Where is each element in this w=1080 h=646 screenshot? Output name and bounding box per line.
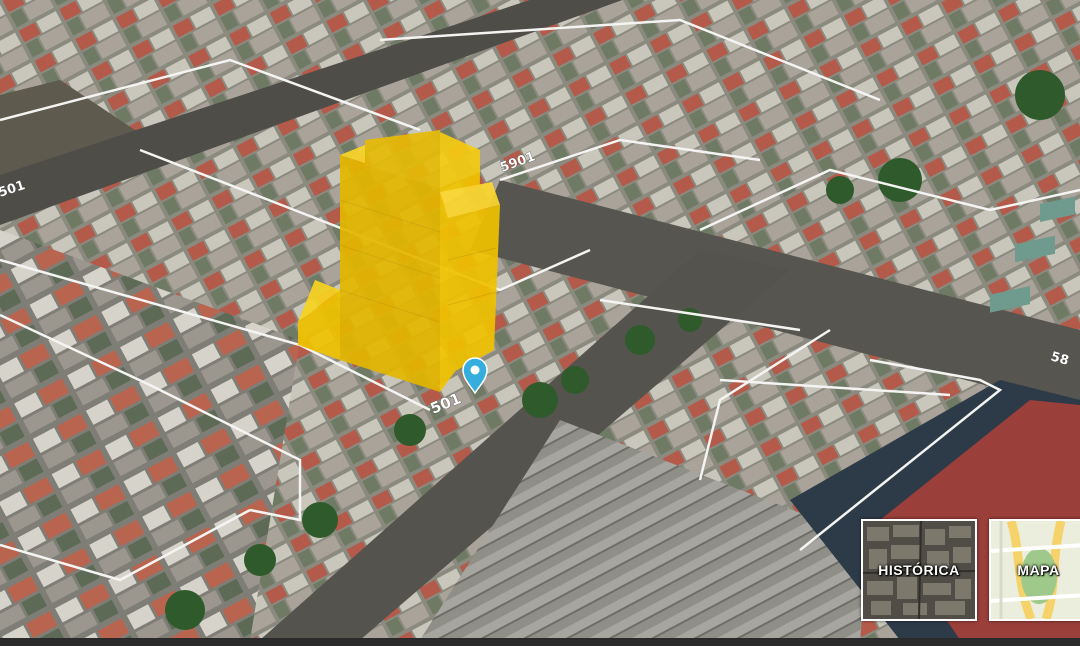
map-layer-label: MAPA <box>1017 562 1060 578</box>
bottom-bar <box>0 638 1080 646</box>
historic-imagery-layer-button[interactable]: HISTÓRICA <box>861 519 977 621</box>
map-layer-button[interactable]: MAPA <box>989 519 1080 621</box>
historic-layer-label: HISTÓRICA <box>878 562 960 578</box>
